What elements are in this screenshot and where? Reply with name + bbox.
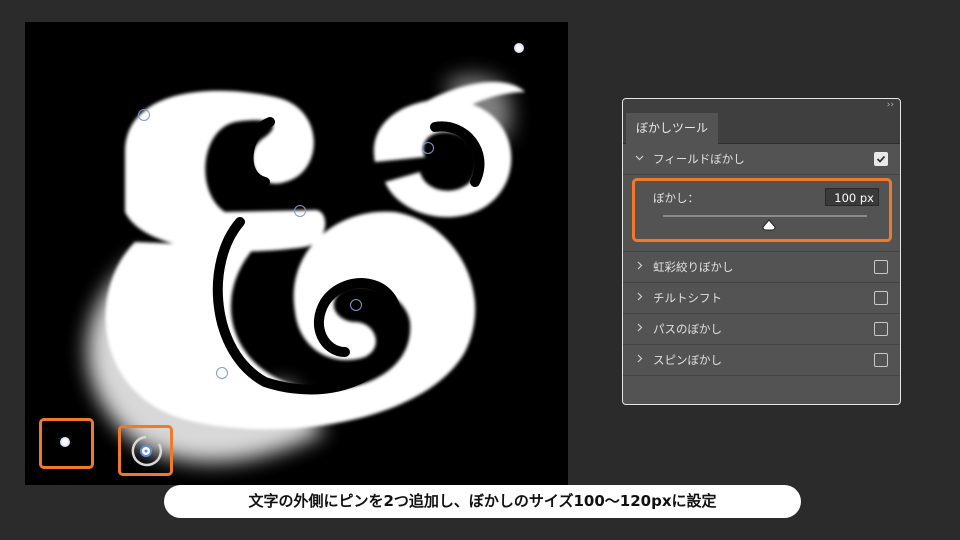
path-blur-checkbox[interactable] [874, 322, 888, 336]
path-blur-label: パスのぼかし [653, 322, 722, 336]
blur-tools-panel: ›› ぼかしツール フィールドぼかし ぼかし： 100 px 虹彩絞りぼかし チ… [622, 98, 901, 405]
blur-amount-input[interactable]: 100 px [825, 188, 879, 206]
tab-blur-tools[interactable]: ぼかしツール [626, 113, 718, 144]
panel-header: ›› [623, 99, 900, 113]
chevron-right-icon[interactable] [635, 314, 644, 344]
iris-blur-row[interactable]: 虹彩絞りぼかし [623, 252, 900, 283]
field-blur-checkbox[interactable] [874, 152, 888, 166]
image-canvas[interactable] [25, 22, 568, 485]
field-blur-settings: ぼかし： 100 px [623, 175, 900, 252]
chevron-right-icon[interactable] [635, 283, 644, 313]
chevron-right-icon[interactable] [635, 345, 644, 375]
spin-blur-row[interactable]: スピンぼかし [623, 345, 900, 376]
blur-pin-added[interactable] [514, 43, 524, 53]
panel-tabbar: ぼかしツール [623, 113, 900, 144]
field-blur-label: フィールドぼかし [653, 152, 745, 166]
iris-blur-checkbox[interactable] [874, 260, 888, 274]
blur-pin-inactive[interactable] [216, 367, 228, 379]
tilt-shift-row[interactable]: チルトシフト [623, 283, 900, 314]
iris-blur-label: 虹彩絞りぼかし [653, 260, 734, 274]
blur-slider-thumb[interactable] [762, 219, 776, 231]
blur-pin-inactive[interactable] [422, 142, 434, 154]
spin-blur-label: スピンぼかし [653, 353, 722, 367]
field-blur-row[interactable]: フィールドぼかし [623, 144, 900, 175]
collapse-panel-icon[interactable]: ›› [887, 99, 894, 111]
blur-pin-inactive[interactable] [350, 299, 362, 311]
spin-blur-checkbox[interactable] [874, 353, 888, 367]
chevron-down-icon[interactable] [635, 144, 644, 174]
tilt-shift-checkbox[interactable] [874, 291, 888, 305]
blur-slider-track[interactable] [663, 215, 867, 217]
chevron-right-icon[interactable] [635, 252, 644, 282]
selected-pin-ring[interactable] [125, 430, 167, 472]
blur-amount-label: ぼかし： [653, 191, 699, 205]
path-blur-row[interactable]: パスのぼかし [623, 314, 900, 345]
highlight-box [39, 418, 94, 469]
blur-pin-inactive[interactable] [294, 205, 306, 217]
blur-pin-inactive[interactable] [138, 109, 150, 121]
ampersand-artwork [87, 75, 525, 463]
tilt-shift-label: チルトシフト [653, 291, 722, 305]
instruction-caption: 文字の外側にピンを2つ追加し、ぼかしのサイズ100〜120pxに設定 [164, 485, 801, 518]
check-icon [876, 155, 886, 163]
